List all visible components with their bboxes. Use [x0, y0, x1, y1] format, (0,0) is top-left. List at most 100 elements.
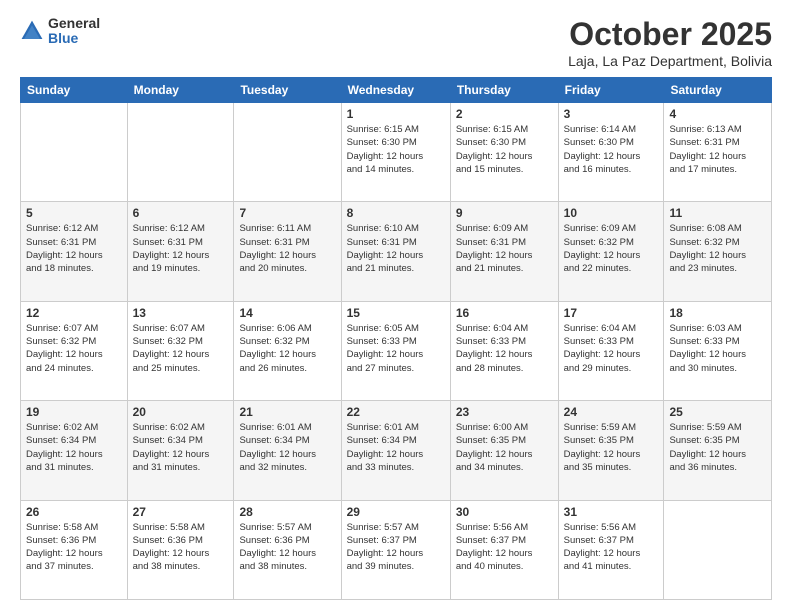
calendar-cell: 10 Sunrise: 6:09 AMSunset: 6:32 PMDayligh…	[558, 202, 664, 301]
calendar-cell: 23 Sunrise: 6:00 AMSunset: 6:35 PMDayligh…	[450, 401, 558, 500]
day-number: 12	[26, 306, 122, 320]
calendar-cell: 13 Sunrise: 6:07 AMSunset: 6:32 PMDayligh…	[127, 301, 234, 400]
day-info: Sunrise: 6:15 AMSunset: 6:30 PMDaylight:…	[347, 123, 445, 176]
calendar-week-3: 12 Sunrise: 6:07 AMSunset: 6:32 PMDayligh…	[21, 301, 772, 400]
day-info: Sunrise: 6:01 AMSunset: 6:34 PMDaylight:…	[347, 421, 445, 474]
logo-icon	[20, 19, 44, 43]
calendar-cell: 9 Sunrise: 6:09 AMSunset: 6:31 PMDaylight…	[450, 202, 558, 301]
col-monday: Monday	[127, 78, 234, 103]
logo-blue-text: Blue	[48, 31, 100, 46]
day-number: 30	[456, 505, 553, 519]
day-number: 23	[456, 405, 553, 419]
day-number: 11	[669, 206, 766, 220]
day-number: 28	[239, 505, 335, 519]
day-number: 14	[239, 306, 335, 320]
calendar-week-1: 1 Sunrise: 6:15 AMSunset: 6:30 PMDaylight…	[21, 103, 772, 202]
calendar-cell: 18 Sunrise: 6:03 AMSunset: 6:33 PMDayligh…	[664, 301, 772, 400]
day-number: 9	[456, 206, 553, 220]
day-number: 15	[347, 306, 445, 320]
day-info: Sunrise: 6:01 AMSunset: 6:34 PMDaylight:…	[239, 421, 335, 474]
calendar-cell: 8 Sunrise: 6:10 AMSunset: 6:31 PMDaylight…	[341, 202, 450, 301]
day-number: 24	[564, 405, 659, 419]
calendar-cell: 22 Sunrise: 6:01 AMSunset: 6:34 PMDayligh…	[341, 401, 450, 500]
col-sunday: Sunday	[21, 78, 128, 103]
day-info: Sunrise: 6:06 AMSunset: 6:32 PMDaylight:…	[239, 322, 335, 375]
calendar-cell	[234, 103, 341, 202]
day-number: 8	[347, 206, 445, 220]
calendar-cell: 17 Sunrise: 6:04 AMSunset: 6:33 PMDayligh…	[558, 301, 664, 400]
col-saturday: Saturday	[664, 78, 772, 103]
col-tuesday: Tuesday	[234, 78, 341, 103]
calendar-cell: 11 Sunrise: 6:08 AMSunset: 6:32 PMDayligh…	[664, 202, 772, 301]
day-info: Sunrise: 6:09 AMSunset: 6:31 PMDaylight:…	[456, 222, 553, 275]
day-info: Sunrise: 5:56 AMSunset: 6:37 PMDaylight:…	[564, 521, 659, 574]
calendar-cell: 4 Sunrise: 6:13 AMSunset: 6:31 PMDaylight…	[664, 103, 772, 202]
calendar-cell: 14 Sunrise: 6:06 AMSunset: 6:32 PMDayligh…	[234, 301, 341, 400]
day-number: 5	[26, 206, 122, 220]
day-number: 4	[669, 107, 766, 121]
calendar-cell: 5Sunrise: 6:12 AMSunset: 6:31 PMDaylight…	[21, 202, 128, 301]
calendar-header-row: Sunday Monday Tuesday Wednesday Thursday…	[21, 78, 772, 103]
day-info: Sunrise: 6:03 AMSunset: 6:33 PMDaylight:…	[669, 322, 766, 375]
month-title: October 2025	[568, 16, 772, 53]
calendar-week-4: 19 Sunrise: 6:02 AMSunset: 6:34 PMDayligh…	[21, 401, 772, 500]
col-friday: Friday	[558, 78, 664, 103]
day-number: 16	[456, 306, 553, 320]
day-number: 22	[347, 405, 445, 419]
day-number: 2	[456, 107, 553, 121]
day-info: Sunrise: 6:10 AMSunset: 6:31 PMDaylight:…	[347, 222, 445, 275]
calendar-cell: 16Sunrise: 6:04 AMSunset: 6:33 PMDayligh…	[450, 301, 558, 400]
day-info: Sunrise: 6:02 AMSunset: 6:34 PMDaylight:…	[26, 421, 122, 474]
day-info: Sunrise: 6:14 AMSunset: 6:30 PMDaylight:…	[564, 123, 659, 176]
calendar-cell: 28 Sunrise: 5:57 AMSunset: 6:36 PMDayligh…	[234, 500, 341, 599]
day-number: 19	[26, 405, 122, 419]
logo: General Blue	[20, 16, 100, 47]
day-info: Sunrise: 6:09 AMSunset: 6:32 PMDaylight:…	[564, 222, 659, 275]
day-number: 29	[347, 505, 445, 519]
calendar-cell: 21 Sunrise: 6:01 AMSunset: 6:34 PMDayligh…	[234, 401, 341, 500]
day-number: 21	[239, 405, 335, 419]
calendar-cell: 27Sunrise: 5:58 AMSunset: 6:36 PMDayligh…	[127, 500, 234, 599]
day-info: Sunrise: 6:11 AMSunset: 6:31 PMDaylight:…	[239, 222, 335, 275]
page: General Blue October 2025 Laja, La Paz D…	[0, 0, 792, 612]
calendar-cell: 7Sunrise: 6:11 AMSunset: 6:31 PMDaylight…	[234, 202, 341, 301]
day-info: Sunrise: 5:59 AMSunset: 6:35 PMDaylight:…	[564, 421, 659, 474]
col-wednesday: Wednesday	[341, 78, 450, 103]
day-info: Sunrise: 6:07 AMSunset: 6:32 PMDaylight:…	[26, 322, 122, 375]
calendar-week-5: 26Sunrise: 5:58 AMSunset: 6:36 PMDayligh…	[21, 500, 772, 599]
calendar-cell: 6Sunrise: 6:12 AMSunset: 6:31 PMDaylight…	[127, 202, 234, 301]
calendar-cell: 29 Sunrise: 5:57 AMSunset: 6:37 PMDayligh…	[341, 500, 450, 599]
title-section: October 2025 Laja, La Paz Department, Bo…	[568, 16, 772, 69]
calendar-cell: 24 Sunrise: 5:59 AMSunset: 6:35 PMDayligh…	[558, 401, 664, 500]
day-info: Sunrise: 6:07 AMSunset: 6:32 PMDaylight:…	[133, 322, 229, 375]
day-number: 1	[347, 107, 445, 121]
day-number: 6	[133, 206, 229, 220]
day-number: 18	[669, 306, 766, 320]
day-info: Sunrise: 6:04 AMSunset: 6:33 PMDaylight:…	[564, 322, 659, 375]
day-info: Sunrise: 6:08 AMSunset: 6:32 PMDaylight:…	[669, 222, 766, 275]
day-number: 10	[564, 206, 659, 220]
day-number: 13	[133, 306, 229, 320]
day-number: 3	[564, 107, 659, 121]
calendar-table: Sunday Monday Tuesday Wednesday Thursday…	[20, 77, 772, 600]
calendar-week-2: 5Sunrise: 6:12 AMSunset: 6:31 PMDaylight…	[21, 202, 772, 301]
calendar-cell: 20Sunrise: 6:02 AMSunset: 6:34 PMDayligh…	[127, 401, 234, 500]
logo-text: General Blue	[48, 16, 100, 47]
day-info: Sunrise: 6:13 AMSunset: 6:31 PMDaylight:…	[669, 123, 766, 176]
day-number: 26	[26, 505, 122, 519]
day-number: 20	[133, 405, 229, 419]
day-number: 17	[564, 306, 659, 320]
calendar-cell: 15 Sunrise: 6:05 AMSunset: 6:33 PMDayligh…	[341, 301, 450, 400]
day-info: Sunrise: 6:05 AMSunset: 6:33 PMDaylight:…	[347, 322, 445, 375]
calendar-cell: 3 Sunrise: 6:14 AMSunset: 6:30 PMDaylight…	[558, 103, 664, 202]
col-thursday: Thursday	[450, 78, 558, 103]
day-info: Sunrise: 5:57 AMSunset: 6:36 PMDaylight:…	[239, 521, 335, 574]
calendar-cell: 31Sunrise: 5:56 AMSunset: 6:37 PMDayligh…	[558, 500, 664, 599]
calendar-cell	[664, 500, 772, 599]
day-info: Sunrise: 6:00 AMSunset: 6:35 PMDaylight:…	[456, 421, 553, 474]
location: Laja, La Paz Department, Bolivia	[568, 53, 772, 69]
calendar-cell	[127, 103, 234, 202]
calendar-cell	[21, 103, 128, 202]
day-info: Sunrise: 5:57 AMSunset: 6:37 PMDaylight:…	[347, 521, 445, 574]
header: General Blue October 2025 Laja, La Paz D…	[20, 16, 772, 69]
